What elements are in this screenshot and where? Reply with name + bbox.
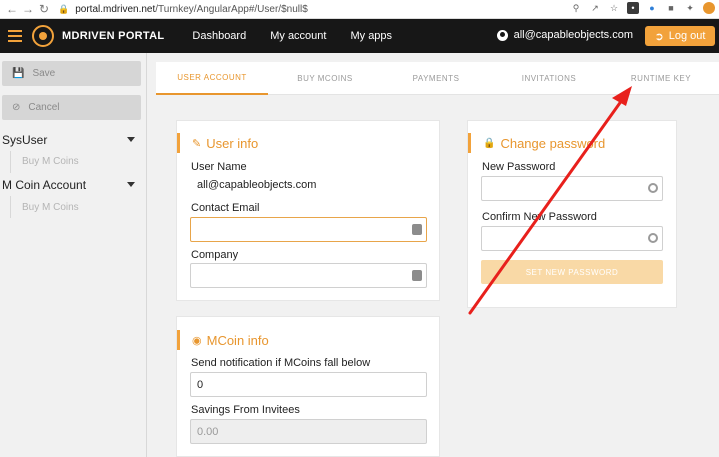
logout-icon: ➲: [654, 30, 664, 43]
username-value: all@capableobjects.com: [197, 179, 317, 191]
user-email: all@capableobjects.com: [513, 29, 633, 41]
mcoin-info-card: ◉ MCoin info Send notification if MCoins…: [176, 316, 440, 457]
forward-icon[interactable]: →: [20, 1, 36, 17]
extension-2-icon[interactable]: ■: [665, 2, 677, 14]
url-path: /Turnkey/AngularApp#/User/$null$: [155, 3, 308, 15]
app-header: MDRIVEN PORTAL Dashboard My account My a…: [0, 19, 719, 53]
tab-buy-mcoins[interactable]: BUY MCOINS: [280, 62, 370, 95]
browser-toolbar: ← → ↻ 🔒 portal.mdriven.net /Turnkey/Angu…: [0, 0, 719, 19]
notify-label: Send notification if MCoins fall below: [191, 357, 371, 369]
user-icon: [496, 29, 508, 41]
new-password-field[interactable]: [481, 176, 663, 201]
tab-user-account[interactable]: USER ACCOUNT: [156, 62, 268, 95]
company-field[interactable]: [190, 263, 427, 288]
url-host: portal.mdriven.net: [75, 3, 156, 15]
confirm-password-field[interactable]: [481, 226, 663, 251]
sidebar: 💾 Save ⊘ Cancel SysUser Buy M Coins M Co…: [0, 53, 147, 457]
set-new-password-button[interactable]: SET NEW PASSWORD: [481, 260, 663, 284]
sidebar-group-mcoin-account[interactable]: M Coin Account: [0, 178, 147, 192]
lock-icon: 🔒: [58, 3, 70, 14]
contact-card-icon: [412, 224, 422, 235]
username-label: User Name: [191, 161, 247, 173]
company-label: Company: [191, 249, 239, 261]
top-nav: Dashboard My account My apps: [192, 30, 392, 42]
save-button[interactable]: 💾 Save: [2, 61, 141, 86]
coins-icon: ◉: [192, 334, 202, 347]
mcoin-info-header: ◉ MCoin info: [177, 330, 269, 350]
nav-my-account[interactable]: My account: [270, 30, 326, 42]
globe-icon[interactable]: ●: [646, 2, 658, 14]
back-icon[interactable]: ←: [4, 1, 20, 17]
caret-down-icon: [127, 182, 135, 187]
menu-icon[interactable]: [8, 30, 22, 42]
tab-runtime-key[interactable]: RUNTIME KEY: [616, 62, 706, 95]
user-menu[interactable]: all@capableobjects.com: [496, 29, 633, 41]
savings-label: Savings From Invitees: [191, 404, 300, 416]
cancel-button[interactable]: ⊘ Cancel: [2, 95, 141, 120]
nav-dashboard[interactable]: Dashboard: [192, 30, 246, 42]
nav-my-apps[interactable]: My apps: [350, 30, 392, 42]
share-icon[interactable]: ↗: [589, 2, 601, 14]
user-info-card: ✎ User info User Name all@capableobjects…: [176, 120, 440, 301]
contact-card-icon: [412, 270, 422, 281]
change-password-title: Change password: [500, 135, 606, 151]
user-info-title: User info: [206, 135, 259, 151]
savings-field: 0.00: [190, 419, 427, 444]
new-password-label: New Password: [482, 161, 556, 173]
puzzle-icon[interactable]: ✦: [684, 2, 696, 14]
save-label: Save: [32, 68, 56, 79]
save-icon: 💾: [12, 68, 25, 79]
tree-line: [10, 196, 11, 218]
logout-label: Log out: [668, 30, 706, 42]
sidebar-item-buy-mcoins[interactable]: Buy M Coins: [22, 202, 79, 213]
notify-threshold-input[interactable]: 0: [190, 372, 427, 397]
tab-invitations[interactable]: INVITATIONS: [504, 62, 594, 95]
show-password-icon[interactable]: [648, 183, 658, 193]
star-icon[interactable]: ☆: [608, 2, 620, 14]
contact-email-field[interactable]: [190, 217, 427, 242]
user-info-header: ✎ User info: [177, 133, 258, 153]
brand-title: MDRIVEN PORTAL: [62, 30, 165, 42]
lock-icon: 🔒: [483, 137, 496, 149]
extension-icon[interactable]: •: [627, 2, 639, 14]
caret-down-icon: [127, 137, 135, 142]
zoom-icon[interactable]: ⚲: [570, 2, 582, 14]
mcoin-info-title: MCoin info: [206, 332, 269, 348]
tree-line: [10, 151, 11, 173]
sidebar-group-label: SysUser: [2, 133, 48, 147]
cancel-label: Cancel: [28, 102, 60, 113]
change-password-header: 🔒 Change password: [468, 133, 605, 153]
show-password-icon[interactable]: [648, 233, 658, 243]
cancel-icon: ⊘: [12, 102, 21, 113]
contact-email-label: Contact Email: [191, 202, 260, 214]
confirm-password-label: Confirm New Password: [482, 211, 597, 223]
logout-button[interactable]: ➲ Log out: [645, 26, 715, 46]
tab-bar: USER ACCOUNT BUY MCOINS PAYMENTS INVITAT…: [156, 62, 719, 95]
sidebar-group-label: M Coin Account: [2, 178, 87, 192]
address-bar[interactable]: 🔒 portal.mdriven.net /Turnkey/AngularApp…: [58, 4, 308, 15]
sidebar-group-sysuser[interactable]: SysUser: [0, 133, 147, 147]
mdriven-logo-icon: [32, 25, 54, 47]
reload-icon[interactable]: ↻: [36, 1, 52, 17]
profile-avatar-icon[interactable]: [703, 2, 715, 14]
user-edit-icon: ✎: [192, 137, 202, 150]
change-password-card: 🔒 Change password New Password Confirm N…: [467, 120, 677, 308]
tab-payments[interactable]: PAYMENTS: [392, 62, 480, 95]
sidebar-item-buy-mcoins[interactable]: Buy M Coins: [22, 156, 79, 167]
